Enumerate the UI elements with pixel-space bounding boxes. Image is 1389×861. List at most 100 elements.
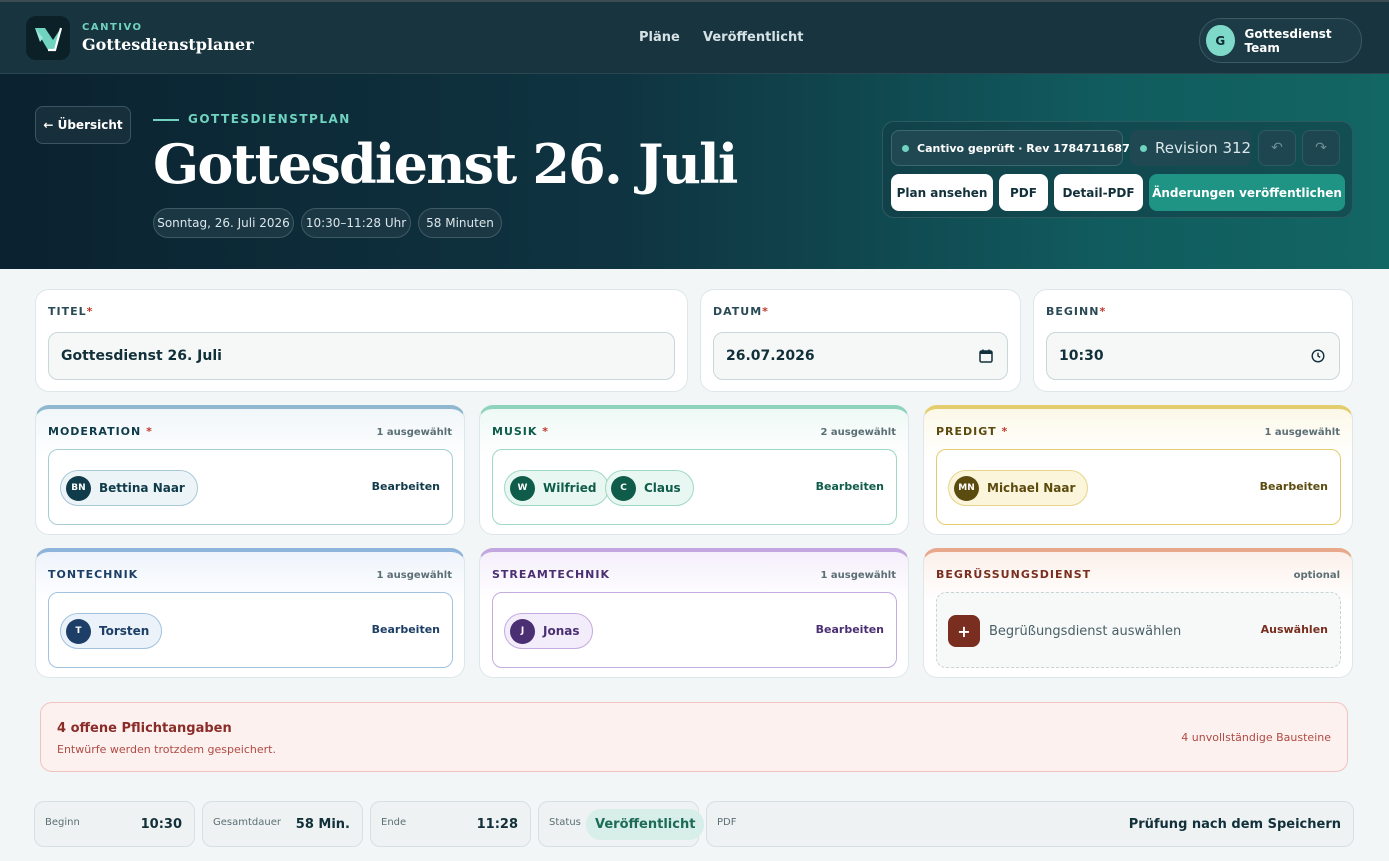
role-card-tontechnik: TONTECHNIK 1 ausgewählt T Torsten Bearbe…	[35, 548, 465, 678]
detail-pdf-button[interactable]: Detail-PDF	[1054, 174, 1143, 211]
add-icon[interactable]: +	[948, 615, 980, 647]
avatar: BN	[66, 475, 91, 501]
edit-button[interactable]: Bearbeiten	[816, 480, 884, 493]
brand-subtitle: CANTIVO	[82, 22, 143, 33]
role-card-begruessungsdienst: BEGRÜSSUNGSDIENST optional + Begrüßungsd…	[923, 548, 1353, 678]
person-chip[interactable]: MN Michael Naar	[948, 470, 1089, 506]
person-chip[interactable]: W Wilfried	[504, 470, 610, 506]
nav-plaene[interactable]: Pläne	[639, 30, 680, 45]
role-selection-box: J Jonas Bearbeiten	[492, 592, 897, 668]
date-input[interactable]: 26.07.2026	[713, 332, 1008, 380]
role-label: TONTECHNIK	[48, 568, 139, 581]
role-count: optional	[1293, 570, 1340, 581]
verified-badge: Cantivo geprüft · Rev 1784711687207	[891, 130, 1153, 166]
redo-icon: ↷	[1315, 140, 1327, 156]
start-value: 10:30	[1059, 348, 1104, 364]
clock-icon[interactable]	[1311, 349, 1325, 363]
eyebrow-divider	[153, 119, 179, 121]
person-name: Michael Naar	[987, 481, 1076, 495]
person-name: Torsten	[99, 624, 150, 638]
incomplete-blocks-count[interactable]: 4 unvollständige Bausteine	[1181, 731, 1331, 744]
stat-value: 58 Min.	[295, 817, 350, 832]
avatar: T	[66, 618, 91, 644]
calendar-icon[interactable]	[979, 349, 993, 363]
title-label: TITEL*	[48, 305, 94, 318]
duration-chip: 58 Minuten	[418, 208, 502, 238]
page-eyebrow: GOTTESDIENSTPLAN	[188, 112, 351, 126]
edit-button[interactable]: Bearbeiten	[372, 480, 440, 493]
team-menu-button[interactable]: G Gottesdienst Team	[1199, 18, 1362, 63]
role-label: STREAMTECHNIK	[492, 568, 610, 581]
avatar: W	[510, 475, 535, 501]
stat-start: Beginn 10:30	[34, 801, 195, 847]
select-button[interactable]: Auswählen	[1261, 623, 1328, 636]
date-chip: Sonntag, 26. Juli 2026	[153, 208, 294, 238]
title-card: TITEL* Gottesdienst 26. Juli	[35, 289, 688, 392]
alert-subtitle: Entwürfe werden trotzdem gespeichert.	[57, 743, 276, 756]
person-chip[interactable]: J Jonas	[504, 613, 593, 649]
redo-button[interactable]: ↷	[1302, 130, 1340, 166]
role-label: MODERATION *	[48, 425, 153, 438]
person-chip[interactable]: BN Bettina Naar	[60, 470, 198, 506]
role-card-moderation: MODERATION * 1 ausgewählt BN Bettina Naa…	[35, 405, 465, 535]
page-title: Gottesdienst 26. Juli	[153, 132, 738, 196]
edit-button[interactable]: Bearbeiten	[816, 623, 884, 636]
hero-section: ← Übersicht GOTTESDIENSTPLAN Gottesdiens…	[0, 74, 1389, 269]
role-selection-box: MN Michael Naar Bearbeiten	[936, 449, 1341, 525]
nav-veroeffentlicht[interactable]: Veröffentlicht	[703, 30, 803, 45]
avatar: MN	[954, 475, 979, 501]
plan-actions-panel: Cantivo geprüft · Rev 1784711687207 Revi…	[882, 121, 1353, 218]
start-input[interactable]: 10:30	[1046, 332, 1340, 380]
time-chip: 10:30–11:28 Uhr	[301, 208, 411, 238]
top-bar: CANTIVO Gottesdienstplaner Pläne Veröffe…	[0, 0, 1389, 74]
stat-pdf: PDF Prüfung nach dem Speichern	[706, 801, 1354, 847]
team-name: Gottesdienst Team	[1244, 26, 1332, 55]
undo-button[interactable]: ↶	[1258, 130, 1296, 166]
person-chip[interactable]: T Torsten	[60, 613, 163, 649]
date-value: 26.07.2026	[726, 348, 815, 364]
role-count: 1 ausgewählt	[820, 570, 896, 581]
stat-label: Ende	[381, 817, 407, 828]
status-badge: Veröffentlicht	[586, 809, 705, 840]
pdf-button[interactable]: PDF	[999, 174, 1048, 211]
start-label: BEGINN*	[1046, 305, 1107, 318]
stat-value: 10:30	[140, 817, 182, 832]
start-card: BEGINN* 10:30	[1033, 289, 1353, 392]
stat-value: Prüfung nach dem Speichern	[1128, 817, 1341, 832]
alert-title: 4 offene Pflichtangaben	[57, 721, 232, 736]
edit-button[interactable]: Bearbeiten	[1260, 480, 1328, 493]
empty-selection-label: Begrüßungsdienst auswählen	[989, 624, 1182, 639]
role-card-musik: MUSIK * 2 ausgewählt W Wilfried C Claus …	[479, 405, 909, 535]
missing-fields-alert: 4 offene Pflichtangaben Entwürfe werden …	[40, 702, 1348, 772]
person-name: Wilfried	[543, 481, 597, 495]
role-label: PREDIGT *	[936, 425, 1009, 438]
stat-label: Beginn	[45, 817, 80, 828]
role-label: MUSIK *	[492, 425, 550, 438]
role-count: 1 ausgewählt	[376, 427, 452, 438]
status-dot-icon	[902, 144, 909, 152]
brand-name: Gottesdienstplaner	[82, 35, 254, 54]
cantivo-logo[interactable]	[26, 16, 70, 60]
role-empty-selection[interactable]: + Begrüßungsdienst auswählen Auswählen	[936, 592, 1341, 668]
date-card: DATUM* 26.07.2026	[700, 289, 1021, 392]
person-chip[interactable]: C Claus	[605, 470, 694, 506]
undo-icon: ↶	[1271, 140, 1283, 156]
role-selection-box: W Wilfried C Claus Bearbeiten	[492, 449, 897, 525]
stat-total-duration: Gesamtdauer 58 Min.	[202, 801, 363, 847]
date-label: DATUM*	[713, 305, 769, 318]
person-name: Jonas	[543, 624, 580, 638]
edit-button[interactable]: Bearbeiten	[372, 623, 440, 636]
stat-label: PDF	[717, 817, 737, 828]
back-to-overview-button[interactable]: ← Übersicht	[35, 106, 131, 144]
role-selection-box: BN Bettina Naar Bearbeiten	[48, 449, 453, 525]
role-card-streamtechnik: STREAMTECHNIK 1 ausgewählt J Jonas Bearb…	[479, 548, 909, 678]
logo-mark-icon	[35, 27, 63, 52]
avatar: C	[611, 475, 636, 501]
person-name: Bettina Naar	[99, 481, 185, 495]
revision-badge: Revision 312	[1130, 130, 1251, 166]
view-plan-button[interactable]: Plan ansehen	[891, 174, 993, 211]
title-input[interactable]: Gottesdienst 26. Juli	[48, 332, 675, 380]
publish-changes-button[interactable]: Änderungen veröffentlichen	[1149, 174, 1345, 211]
revision-label: Revision 312	[1155, 139, 1252, 157]
stat-end: Ende 11:28	[370, 801, 531, 847]
